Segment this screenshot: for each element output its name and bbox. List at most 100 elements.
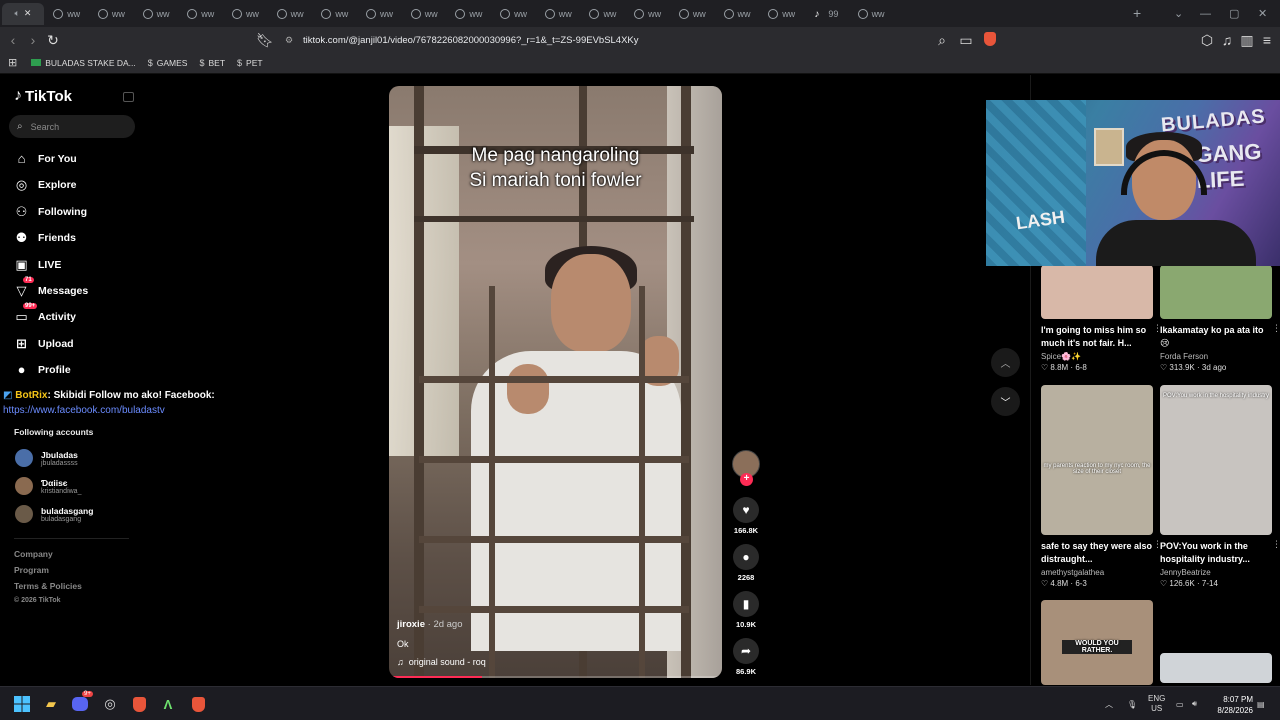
footer-link[interactable]: Program [14,565,49,575]
network-icon[interactable]: ▭ [1176,687,1184,720]
tab[interactable]: ww [313,3,357,25]
site-info-icon[interactable]: ⚙ [283,35,295,46]
video-sound[interactable]: ♫ original sound - roq [397,657,486,667]
file-explorer-icon[interactable]: ▰ [41,695,61,713]
tab[interactable]: ♪ 99 [804,3,848,25]
volume-icon[interactable]: 🔊︎ [1192,687,1197,720]
language-indicator[interactable]: ENG US [1148,687,1165,720]
cast-icon[interactable]: ▭ [956,32,976,49]
bookmark-save-icon[interactable]: ▮ [733,591,759,617]
save-action[interactable]: ▮ 10.9K [731,591,761,629]
tab[interactable]: ww [45,3,89,25]
following-account[interactable]: Ɗαiiѕє kristiandiwa_ [15,477,81,495]
card-user[interactable]: Forda Ferson [1160,352,1272,361]
video-card[interactable]: my parents reaction to my nyc room, the … [1041,385,1162,588]
collapse-sidebar-icon[interactable] [123,92,134,102]
video-card[interactable] [1160,653,1272,683]
tab[interactable]: ww [492,3,536,25]
video-thumbnail[interactable]: POV:You work in the hospitality industry [1160,385,1272,535]
card-title[interactable]: safe to say they were also distraught... [1041,540,1153,566]
nav-explore[interactable]: ◎ Explore [14,177,77,193]
tab-search-icon[interactable]: ⌄ [1174,0,1183,27]
nav-messages[interactable]: ▽ 71 Messages [14,277,88,299]
menu-icon[interactable]: ≡ [1257,32,1277,48]
media-icon[interactable]: ♫ [1217,32,1237,48]
video-thumbnail[interactable]: my parents reaction to my nyc room, the … [1041,385,1153,535]
video-author[interactable]: jiroxie [397,619,425,630]
extensions-icon[interactable]: ⬡ [1197,32,1217,49]
video-progress[interactable] [389,676,722,678]
heart-icon[interactable]: ♥ [733,497,759,523]
video-thumbnail[interactable] [1160,653,1272,683]
windows-start-icon[interactable] [12,695,32,713]
forward-icon[interactable]: › [23,32,43,48]
nav-upload[interactable]: ⊞ Upload [14,336,74,352]
tab[interactable]: ww [760,3,804,25]
comment-icon[interactable]: ● [733,544,759,570]
more-options-icon[interactable]: ⋮ [1272,323,1280,334]
tab[interactable]: ww [626,3,670,25]
brave-icon[interactable] [129,695,149,713]
following-account[interactable]: buladasgang buladasgang [15,505,93,523]
tab[interactable]: ww [402,3,446,25]
tray-chevron-icon[interactable]: ︿ [1105,687,1113,720]
tab[interactable]: ww [179,3,223,25]
zoom-icon[interactable]: ⌕ [932,32,952,49]
bookmark-icon[interactable]: 🔖︎ [255,32,275,49]
card-user[interactable]: JennyBeatrize [1160,568,1272,577]
footer-link[interactable]: Terms & Policies [14,581,82,591]
nav-for-you[interactable]: ⌂ For You [14,151,77,166]
nav-following[interactable]: ⚇ Following [14,204,87,220]
app-icon[interactable]: Λ [158,695,178,713]
maximize-button[interactable]: ▢ [1229,0,1239,27]
card-title[interactable]: I'm going to miss him so much it's not f… [1041,324,1153,350]
nav-live[interactable]: ▣ LIVE [14,257,61,273]
share-action[interactable]: ➦ 86.9K [731,638,761,676]
card-user[interactable]: amethystgalathea [1041,568,1153,577]
video-card[interactable]: Ikakamatay ko pa ata ito 😢 ⋮ Forda Ferson ♡… [1160,265,1280,372]
nav-activity[interactable]: ▭ 99+ Activity [14,303,76,325]
reload-icon[interactable]: ↻ [43,32,63,49]
next-video-button[interactable]: ﹀ [991,387,1020,416]
tab[interactable]: ww [536,3,580,25]
search-input[interactable]: ⌕ Search [9,115,135,138]
follow-plus-icon[interactable]: + [740,473,753,486]
tab[interactable]: ww [581,3,625,25]
video-player[interactable]: Me pag nangaroling Si mariah toni fowler… [389,86,722,678]
tab[interactable]: ww [670,3,714,25]
video-card[interactable]: WOULD YOU RATHER. [1041,600,1153,685]
like-action[interactable]: ♥ 166.8K [731,497,761,535]
tab[interactable]: ww [849,3,893,25]
share-icon[interactable]: ➦ [733,638,759,664]
comment-action[interactable]: ● 2268 [731,544,761,582]
obs-icon[interactable]: ◎ [100,695,120,713]
nav-friends[interactable]: ⚉ Friends [14,230,76,246]
bookmark-item[interactable]: $ BET [199,58,225,68]
discord-icon[interactable]: 9+ [70,691,93,713]
brave-shield-icon[interactable] [984,32,996,46]
tab-active[interactable]: 🔈︎ ✕ [2,2,44,25]
video-thumbnail[interactable]: WOULD YOU RATHER. [1041,600,1153,685]
apps-icon[interactable]: ⊞ [8,56,17,69]
bookmark-item[interactable]: $ PET [237,58,263,68]
video-thumbnail[interactable] [1160,265,1272,319]
tab[interactable]: ww [447,3,491,25]
footer-link[interactable]: Company [14,549,53,559]
prev-video-button[interactable]: ︿ [991,348,1020,377]
following-account[interactable]: Jbuladas jbuladassss [15,449,78,467]
sidebar-icon[interactable]: ▥ [1237,32,1257,49]
more-options-icon[interactable]: ⋮ [1272,539,1280,550]
clock[interactable]: 8:07 PM 8/28/2026 [1217,694,1253,716]
new-tab-button[interactable]: + [1133,5,1141,21]
video-card[interactable]: POV:You work in the hospitality industry… [1160,385,1280,588]
tab[interactable]: ww [715,3,759,25]
tab[interactable]: ww [358,3,402,25]
bookmark-item[interactable]: $ GAMES [148,58,188,68]
tab[interactable]: ww [89,3,133,25]
tiktok-logo[interactable]: ♪ TikTok [14,87,72,105]
tab[interactable]: ww [223,3,267,25]
back-icon[interactable]: ‹ [3,32,23,48]
card-user[interactable]: Spice🌸✨ [1041,352,1153,361]
brave-icon-2[interactable] [188,695,208,713]
close-window-button[interactable]: ✕ [1258,0,1267,27]
